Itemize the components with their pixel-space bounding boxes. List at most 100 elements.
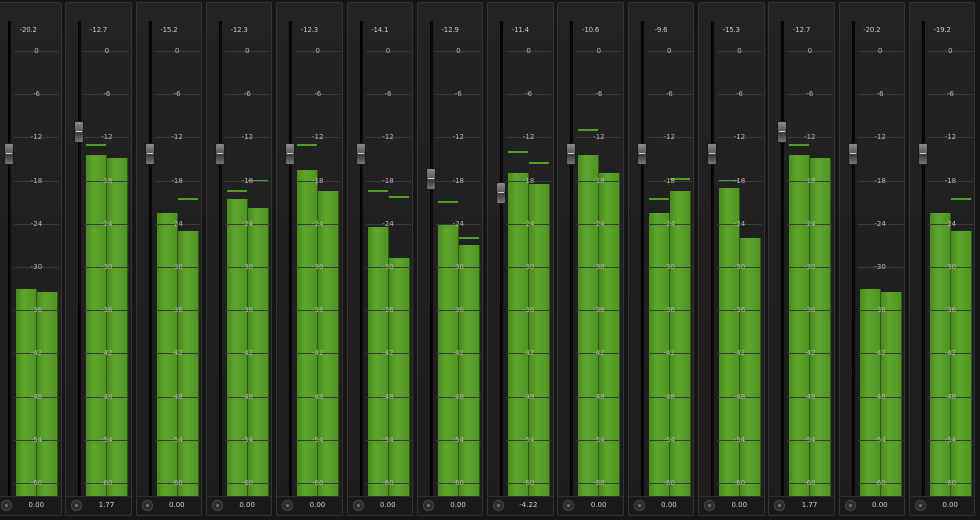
pan-knob-icon[interactable] — [71, 500, 83, 511]
peak-readout: -12.7 — [89, 26, 108, 34]
gain-value[interactable]: 0.00 — [366, 500, 411, 511]
scale-label: -30 — [663, 263, 675, 271]
volume-fader[interactable] — [355, 142, 366, 165]
volume-fader[interactable] — [707, 142, 717, 165]
scale-label: -12 — [663, 133, 675, 142]
volume-fader[interactable] — [74, 121, 85, 144]
scale-label: -30 — [241, 263, 254, 271]
pan-knob-icon[interactable] — [211, 500, 223, 511]
pan-knob-icon[interactable] — [282, 500, 294, 511]
scale-label: -36 — [101, 306, 113, 315]
gain-value[interactable]: 0.00 — [436, 500, 481, 511]
scale-label: -42 — [593, 349, 605, 358]
volume-fader[interactable] — [425, 168, 436, 190]
scale-label: -12 — [311, 133, 324, 142]
scale-label: -54 — [241, 435, 254, 444]
volume-fader[interactable] — [847, 142, 858, 165]
pan-knob-icon[interactable] — [352, 500, 364, 511]
gain-value[interactable]: 0.00 — [928, 500, 973, 511]
gain-value[interactable]: 1.77 — [787, 500, 832, 511]
gain-value[interactable]: 0.00 — [647, 500, 692, 511]
meter-right — [107, 157, 129, 497]
scale-label: -18 — [944, 176, 957, 185]
scale-label: -12 — [522, 133, 535, 142]
meter-left — [226, 198, 248, 497]
gain-value[interactable]: 0.00 — [14, 500, 59, 511]
scale-label: -24 — [311, 219, 324, 228]
fader-track — [851, 21, 855, 499]
scale-label: -42 — [663, 349, 675, 358]
pan-knob-icon[interactable] — [914, 500, 926, 511]
fader-track — [148, 21, 152, 499]
scale-label: -12 — [944, 133, 957, 142]
gain-value[interactable]: 0.00 — [717, 500, 762, 511]
pan-knob-icon[interactable] — [422, 500, 434, 511]
gain-value[interactable]: 0.00 — [295, 500, 340, 511]
scale-label: -48 — [522, 392, 535, 401]
volume-fader[interactable] — [777, 121, 788, 144]
scale-label: -54 — [593, 435, 605, 444]
scale-label: -24 — [101, 219, 113, 228]
pan-knob-icon[interactable] — [563, 500, 575, 511]
volume-fader[interactable] — [496, 182, 507, 205]
scale-label: -60 — [733, 479, 746, 487]
channel-footer: 0.00 — [347, 496, 412, 515]
gain-value[interactable]: 0.00 — [225, 500, 270, 511]
channel-footer: 0.00 — [628, 496, 694, 515]
scale-label: 0 — [666, 47, 672, 55]
pan-knob-icon[interactable] — [1, 500, 12, 511]
peak-hold-right — [529, 161, 550, 164]
peak-hold-left — [437, 201, 458, 204]
scale-label: 0 — [456, 47, 461, 55]
scale-label: -24 — [593, 219, 605, 228]
volume-fader[interactable] — [566, 142, 577, 165]
pan-knob-icon[interactable] — [774, 500, 786, 511]
volume-fader[interactable] — [285, 142, 296, 165]
channel-footer: 0.00 — [0, 496, 61, 515]
gain-value[interactable]: 0.00 — [576, 500, 621, 511]
scale-label: -36 — [522, 306, 535, 315]
gain-value[interactable]: 1.77 — [84, 500, 129, 511]
channel-strip: -15.2 0 -6 -12 -18 -24 -30 -36 -42 -48 -54 -60 0.00 — [135, 2, 203, 516]
volume-fader[interactable] — [636, 142, 647, 165]
scale-label: 0 — [737, 47, 742, 55]
scale-label: -36 — [171, 306, 183, 315]
channel-strip: -12.7 0 -6 -12 -18 -24 -30 -36 -42 -48 -54 -60 1.77 — [65, 2, 132, 516]
scale-label: -42 — [452, 349, 465, 358]
volume-fader[interactable] — [144, 142, 155, 165]
scale-label: -6 — [243, 90, 251, 99]
peak-readout: -15.2 — [160, 26, 178, 34]
pan-knob-icon[interactable] — [493, 500, 505, 511]
scale-label: -48 — [733, 392, 746, 401]
scale-label: 0 — [315, 47, 320, 55]
scale-label: -12 — [804, 133, 816, 142]
peak-readout: -14.1 — [371, 26, 389, 34]
volume-fader[interactable] — [917, 142, 928, 165]
scale-label: -60 — [101, 479, 113, 487]
scale-label: -36 — [944, 306, 957, 315]
volume-fader[interactable] — [4, 142, 14, 165]
gain-value[interactable]: 0.00 — [155, 500, 200, 511]
peak-readout: -10.6 — [582, 26, 600, 34]
scale-label: 0 — [877, 47, 883, 55]
scale-label: -24 — [733, 219, 746, 228]
scale-label: -12 — [30, 133, 43, 142]
scale-label: -42 — [382, 349, 394, 358]
peak-hold-right — [388, 196, 409, 199]
scale-label: -24 — [663, 219, 675, 228]
meter-left — [719, 187, 740, 497]
pan-knob-icon[interactable] — [844, 500, 856, 511]
pan-knob-icon[interactable] — [704, 500, 715, 511]
scale-label: -12 — [171, 133, 183, 142]
gain-value[interactable]: -4.22 — [506, 500, 551, 511]
peak-hold-left — [648, 197, 669, 200]
scale-label: -30 — [101, 263, 113, 271]
peak-readout: -9.6 — [654, 26, 668, 34]
pan-knob-icon[interactable] — [141, 500, 153, 511]
pan-knob-icon[interactable] — [633, 500, 645, 511]
scale-label: -6 — [736, 90, 743, 99]
scale-label: -48 — [382, 392, 394, 401]
gain-value[interactable]: 0.00 — [858, 500, 903, 511]
volume-fader[interactable] — [214, 142, 225, 165]
scale-label: -30 — [311, 263, 324, 271]
